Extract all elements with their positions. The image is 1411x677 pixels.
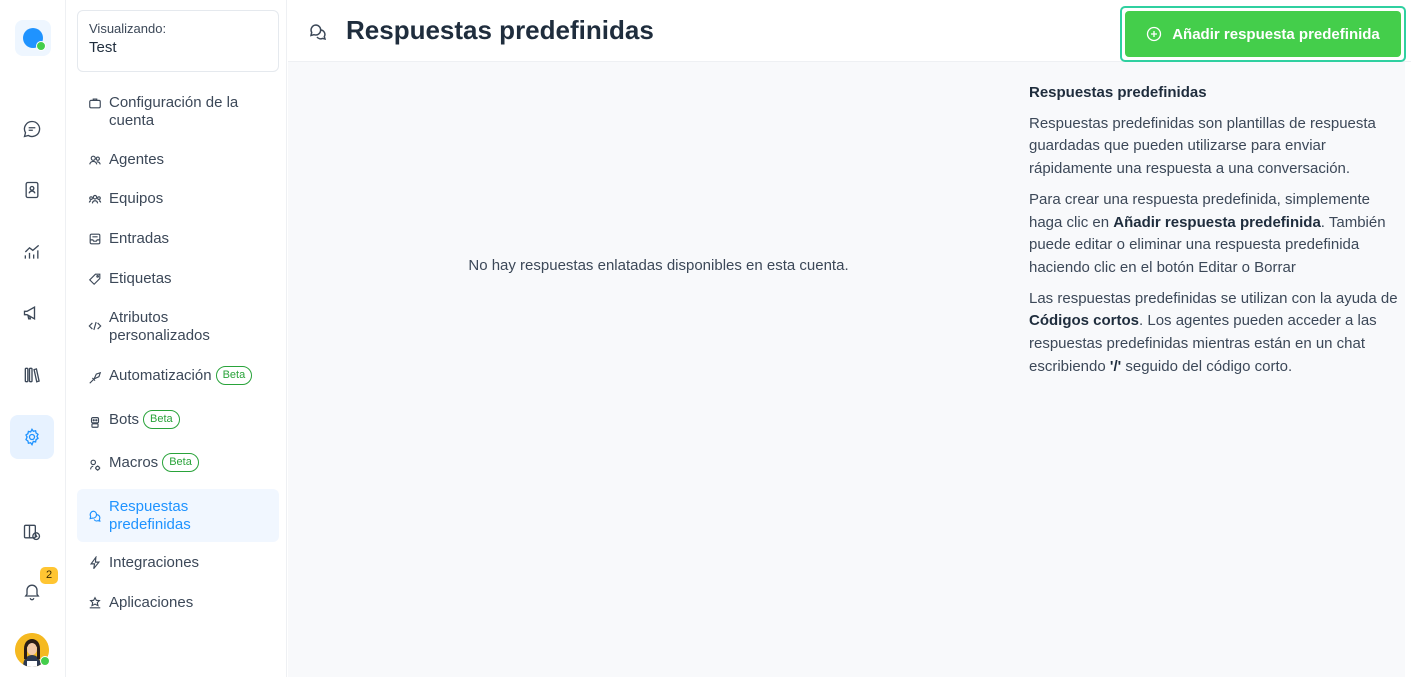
sidebar-item-label: Agentes xyxy=(109,151,165,168)
automation-icon xyxy=(88,371,102,385)
sidebar-item-label: Aplicaciones xyxy=(109,594,194,611)
help-bold-text: '/' xyxy=(1109,357,1122,375)
sidebar-item-label: Automatización xyxy=(109,367,212,384)
code-icon xyxy=(88,319,102,333)
sidebar-item-labels[interactable]: Etiquetas xyxy=(77,270,279,288)
macro-icon xyxy=(88,458,102,472)
account-switcher-value: Test xyxy=(89,39,117,56)
sidebar-item-label: Configuración de la cuenta xyxy=(109,94,239,129)
people-icon xyxy=(88,153,102,167)
megaphone-icon xyxy=(23,306,36,320)
primary-rail: 2 xyxy=(0,0,66,677)
add-canned-response-button[interactable]: Añadir respuesta predefinida xyxy=(1125,11,1401,57)
empty-state-message: No hay respuestas enlatadas disponibles … xyxy=(468,257,849,274)
logo-icon xyxy=(23,28,46,51)
settings-sidebar: Visualizando: Test Configuración de la c… xyxy=(66,0,287,677)
main-content: No hay respuestas enlatadas disponibles … xyxy=(288,62,1405,677)
chat-bubble-icon xyxy=(23,120,41,138)
rail-settings-button[interactable] xyxy=(10,415,54,459)
sidebar-item-applications[interactable]: Aplicaciones xyxy=(77,594,279,612)
page-title: Respuestas predefinidas xyxy=(346,15,654,45)
rail-conversations-button[interactable] xyxy=(10,107,54,151)
help-panel: Respuestas predefinidas Respuestas prede… xyxy=(1029,82,1399,386)
presence-indicator xyxy=(40,656,50,666)
beta-badge: Beta xyxy=(162,453,199,472)
rail-reports-button[interactable] xyxy=(10,230,54,274)
bell-icon xyxy=(24,584,40,601)
page-header: Respuestas predefinidas Añadir respuesta… xyxy=(288,0,1411,62)
sidebar-item-integrations[interactable]: Integraciones xyxy=(77,554,279,572)
sidebar-item-label: Bots xyxy=(109,411,140,428)
chat-bubbles-icon xyxy=(88,509,102,523)
sidebar-item-macros[interactable]: Macros Beta xyxy=(77,453,279,473)
plus-circle-icon xyxy=(1147,26,1162,42)
sidebar-item-bots[interactable]: Bots Beta xyxy=(77,410,279,430)
briefcase-icon xyxy=(88,96,102,110)
chat-bubbles-icon xyxy=(308,22,328,42)
add-button-label: Añadir respuesta predefinida xyxy=(1172,25,1380,43)
sidebar-item-label: Integraciones xyxy=(109,554,200,571)
screen-switch-icon xyxy=(23,524,41,541)
help-title: Respuestas predefinidas xyxy=(1029,84,1207,101)
sidebar-item-account-settings[interactable]: Configuración de la cuenta xyxy=(77,94,279,130)
account-switcher-label: Visualizando: xyxy=(89,21,167,36)
sidebar-item-label: Macros xyxy=(109,454,159,471)
library-icon xyxy=(24,367,40,383)
help-paragraph-2: Para crear una respuesta predefinida, si… xyxy=(1029,189,1399,280)
sidebar-item-label: Equipos xyxy=(109,190,164,207)
sidebar-item-label: Atributos personalizados xyxy=(109,309,210,344)
gear-icon xyxy=(25,428,39,447)
beta-badge: Beta xyxy=(143,410,180,429)
rail-contacts-button[interactable] xyxy=(10,168,54,212)
help-bold-text: Códigos cortos xyxy=(1029,312,1140,330)
help-bold-text: Añadir respuesta predefinida xyxy=(1113,213,1321,231)
help-text: Las respuestas predefinidas se utilizan … xyxy=(1029,289,1398,307)
sidebar-item-automation[interactable]: Automatización Beta xyxy=(77,366,279,386)
contact-book-icon xyxy=(25,181,39,199)
sidebar-item-label: Etiquetas xyxy=(109,270,172,287)
rail-campaigns-button[interactable] xyxy=(10,291,54,335)
sidebar-item-label: Entradas xyxy=(109,230,170,247)
notification-count-badge: 2 xyxy=(40,567,58,584)
chart-trend-icon xyxy=(24,244,40,259)
help-paragraph-1: Respuestas predefinidas son plantillas d… xyxy=(1029,114,1376,178)
sidebar-item-custom-attributes[interactable]: Atributos personalizados xyxy=(77,309,279,345)
sidebar-item-canned-responses[interactable]: Respuestas predefinidas xyxy=(77,489,279,542)
beta-badge: Beta xyxy=(215,366,253,385)
sidebar-item-teams[interactable]: Equipos xyxy=(77,190,279,208)
team-icon xyxy=(88,192,102,206)
rail-library-button[interactable] xyxy=(10,353,54,397)
sidebar-item-agents[interactable]: Agentes xyxy=(77,151,279,169)
rail-switch-view-button[interactable] xyxy=(10,510,54,554)
tag-icon xyxy=(88,272,102,286)
app-root: 2 Visualizando: Test Configuración de la… xyxy=(0,0,1411,677)
sidebar-item-label: Respuestas predefinidas xyxy=(109,498,191,533)
help-text: seguido del código corto. xyxy=(1121,357,1293,375)
add-button-focus-ring: Añadir respuesta predefinida xyxy=(1120,6,1406,62)
inbox-icon xyxy=(88,232,102,246)
lightning-icon xyxy=(88,556,102,570)
help-paragraph-3: Las respuestas predefinidas se utilizan … xyxy=(1029,288,1399,379)
sidebar-item-inboxes[interactable]: Entradas xyxy=(77,230,279,248)
account-switcher[interactable]: Visualizando: Test xyxy=(77,10,279,72)
app-logo[interactable] xyxy=(15,20,51,56)
robot-icon xyxy=(88,415,102,429)
puzzle-icon xyxy=(88,596,102,610)
